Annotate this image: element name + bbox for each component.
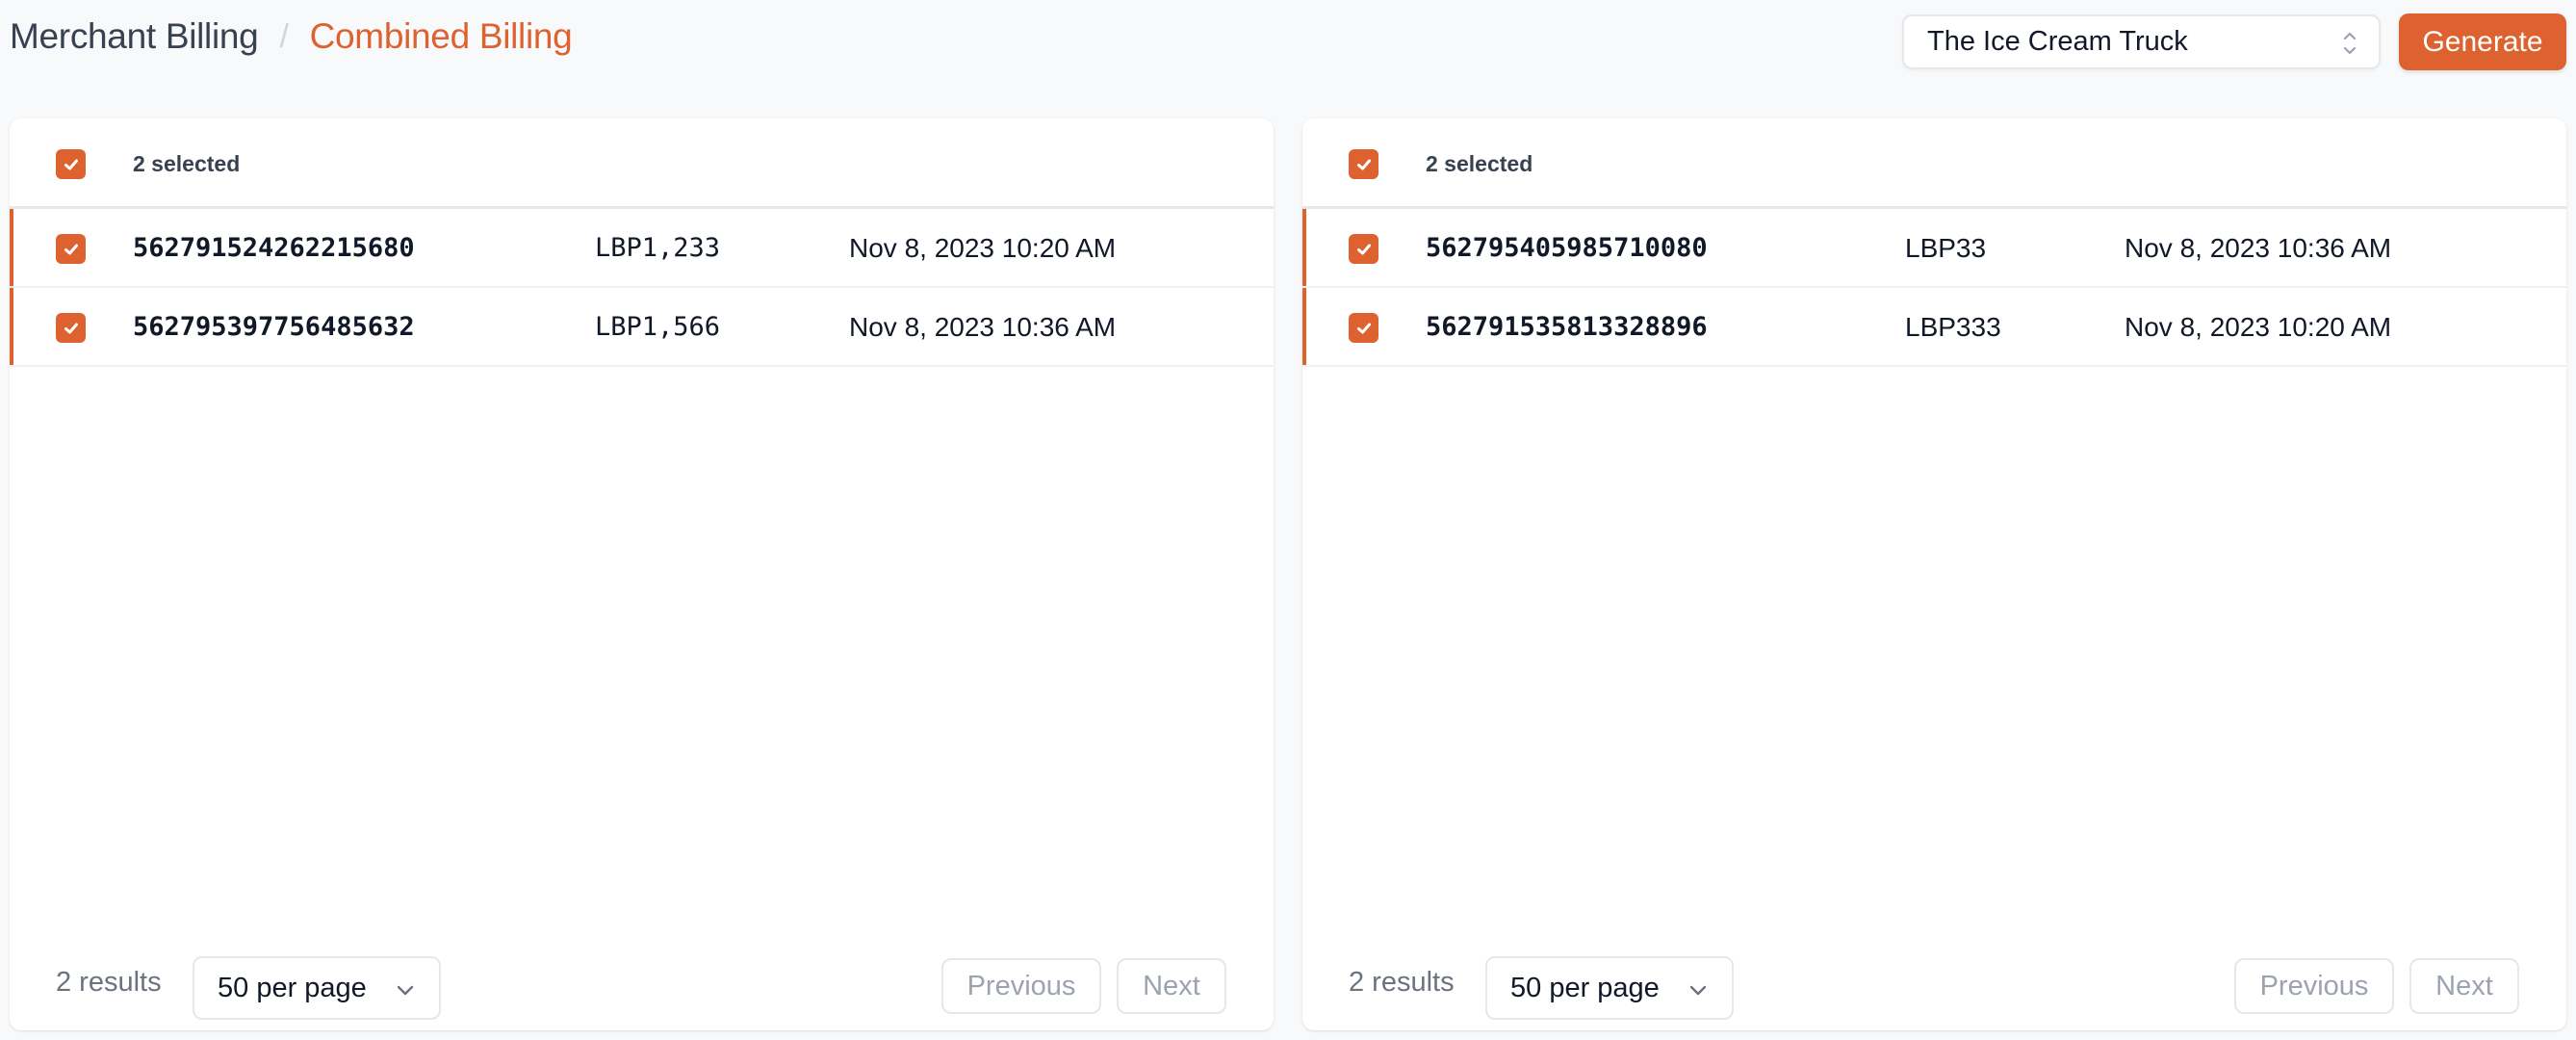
selected-row-indicator — [10, 209, 13, 286]
pagination-footer: 2 results 50 per page Previous Next — [10, 915, 1274, 1030]
previous-page-button[interactable]: Previous — [941, 958, 1101, 1014]
select-all-checkbox[interactable] — [1349, 149, 1378, 179]
next-page-button[interactable]: Next — [2409, 958, 2519, 1014]
selected-count: 2 selected — [133, 151, 241, 176]
pagination-footer: 2 results 50 per page Previous Next — [1302, 915, 2566, 1030]
selected-count: 2 selected — [1426, 151, 1533, 176]
table-row[interactable]: 562795405985710080 LBP33 Nov 8, 2023 10:… — [1302, 209, 2566, 288]
row-date: Nov 8, 2023 10:20 AM — [849, 233, 1117, 263]
row-id: 562795405985710080 — [1426, 233, 1708, 263]
check-icon — [64, 244, 78, 254]
billing-panel-right: 2 selected 562795405985710080 LBP33 Nov … — [1302, 118, 2566, 1030]
per-page-value: 50 per page — [1510, 972, 1660, 1003]
check-icon — [1356, 323, 1371, 333]
chevron-down-icon — [397, 985, 414, 996]
selected-row-indicator — [1302, 209, 1306, 286]
row-id: 562791535813328896 — [1426, 312, 1708, 342]
select-all-checkbox[interactable] — [56, 149, 86, 179]
selected-row-indicator — [1302, 288, 1306, 365]
row-amount: LBP33 — [1905, 233, 1987, 263]
per-page-value: 50 per page — [218, 972, 367, 1003]
row-checkbox[interactable] — [1349, 313, 1378, 343]
row-checkbox[interactable] — [1349, 234, 1378, 264]
row-date: Nov 8, 2023 10:36 AM — [2125, 233, 2392, 263]
billing-panel-left: 2 selected 562791524262215680 LBP1,233 N… — [10, 118, 1274, 1030]
top-bar: Merchant Billing / Combined Billing The … — [0, 0, 2576, 106]
breadcrumb: Merchant Billing / Combined Billing — [10, 13, 573, 60]
row-amount: LBP1,233 — [595, 233, 721, 263]
chevron-down-icon — [1689, 985, 1707, 996]
row-amount: LBP333 — [1905, 312, 2001, 342]
breadcrumb-merchant-billing[interactable]: Merchant Billing — [10, 16, 259, 57]
previous-page-button[interactable]: Previous — [2234, 958, 2394, 1014]
row-date: Nov 8, 2023 10:36 AM — [849, 312, 1117, 342]
row-checkbox[interactable] — [56, 313, 86, 343]
check-icon — [64, 159, 78, 169]
per-page-select[interactable]: 50 per page — [193, 956, 441, 1020]
next-page-button[interactable]: Next — [1117, 958, 1226, 1014]
check-icon — [64, 323, 78, 333]
generate-button[interactable]: Generate — [2399, 13, 2566, 70]
breadcrumb-combined-billing: Combined Billing — [309, 16, 573, 56]
panel-header: 2 selected — [1302, 118, 2566, 209]
table-row[interactable]: 562791535813328896 LBP333 Nov 8, 2023 10… — [1302, 288, 2566, 367]
merchant-select[interactable]: The Ice Cream Truck — [1902, 14, 2381, 69]
chevron-up-down-icon — [2343, 32, 2357, 55]
row-checkbox[interactable] — [56, 234, 86, 264]
row-date: Nov 8, 2023 10:20 AM — [2125, 312, 2392, 342]
merchant-select-value: The Ice Cream Truck — [1927, 26, 2188, 57]
per-page-select[interactable]: 50 per page — [1485, 956, 1734, 1020]
table-row[interactable]: 562795397756485632 LBP1,566 Nov 8, 2023 … — [10, 288, 1274, 367]
table-row[interactable]: 562791524262215680 LBP1,233 Nov 8, 2023 … — [10, 209, 1274, 288]
breadcrumb-separator: / — [279, 17, 289, 55]
results-count: 2 results — [1349, 967, 1455, 998]
row-id: 562795397756485632 — [133, 312, 415, 342]
panel-header: 2 selected — [10, 118, 1274, 209]
check-icon — [1356, 159, 1371, 169]
row-id: 562791524262215680 — [133, 233, 415, 263]
results-count: 2 results — [56, 967, 162, 998]
check-icon — [1356, 244, 1371, 254]
row-amount: LBP1,566 — [595, 312, 721, 342]
selected-row-indicator — [10, 288, 13, 365]
